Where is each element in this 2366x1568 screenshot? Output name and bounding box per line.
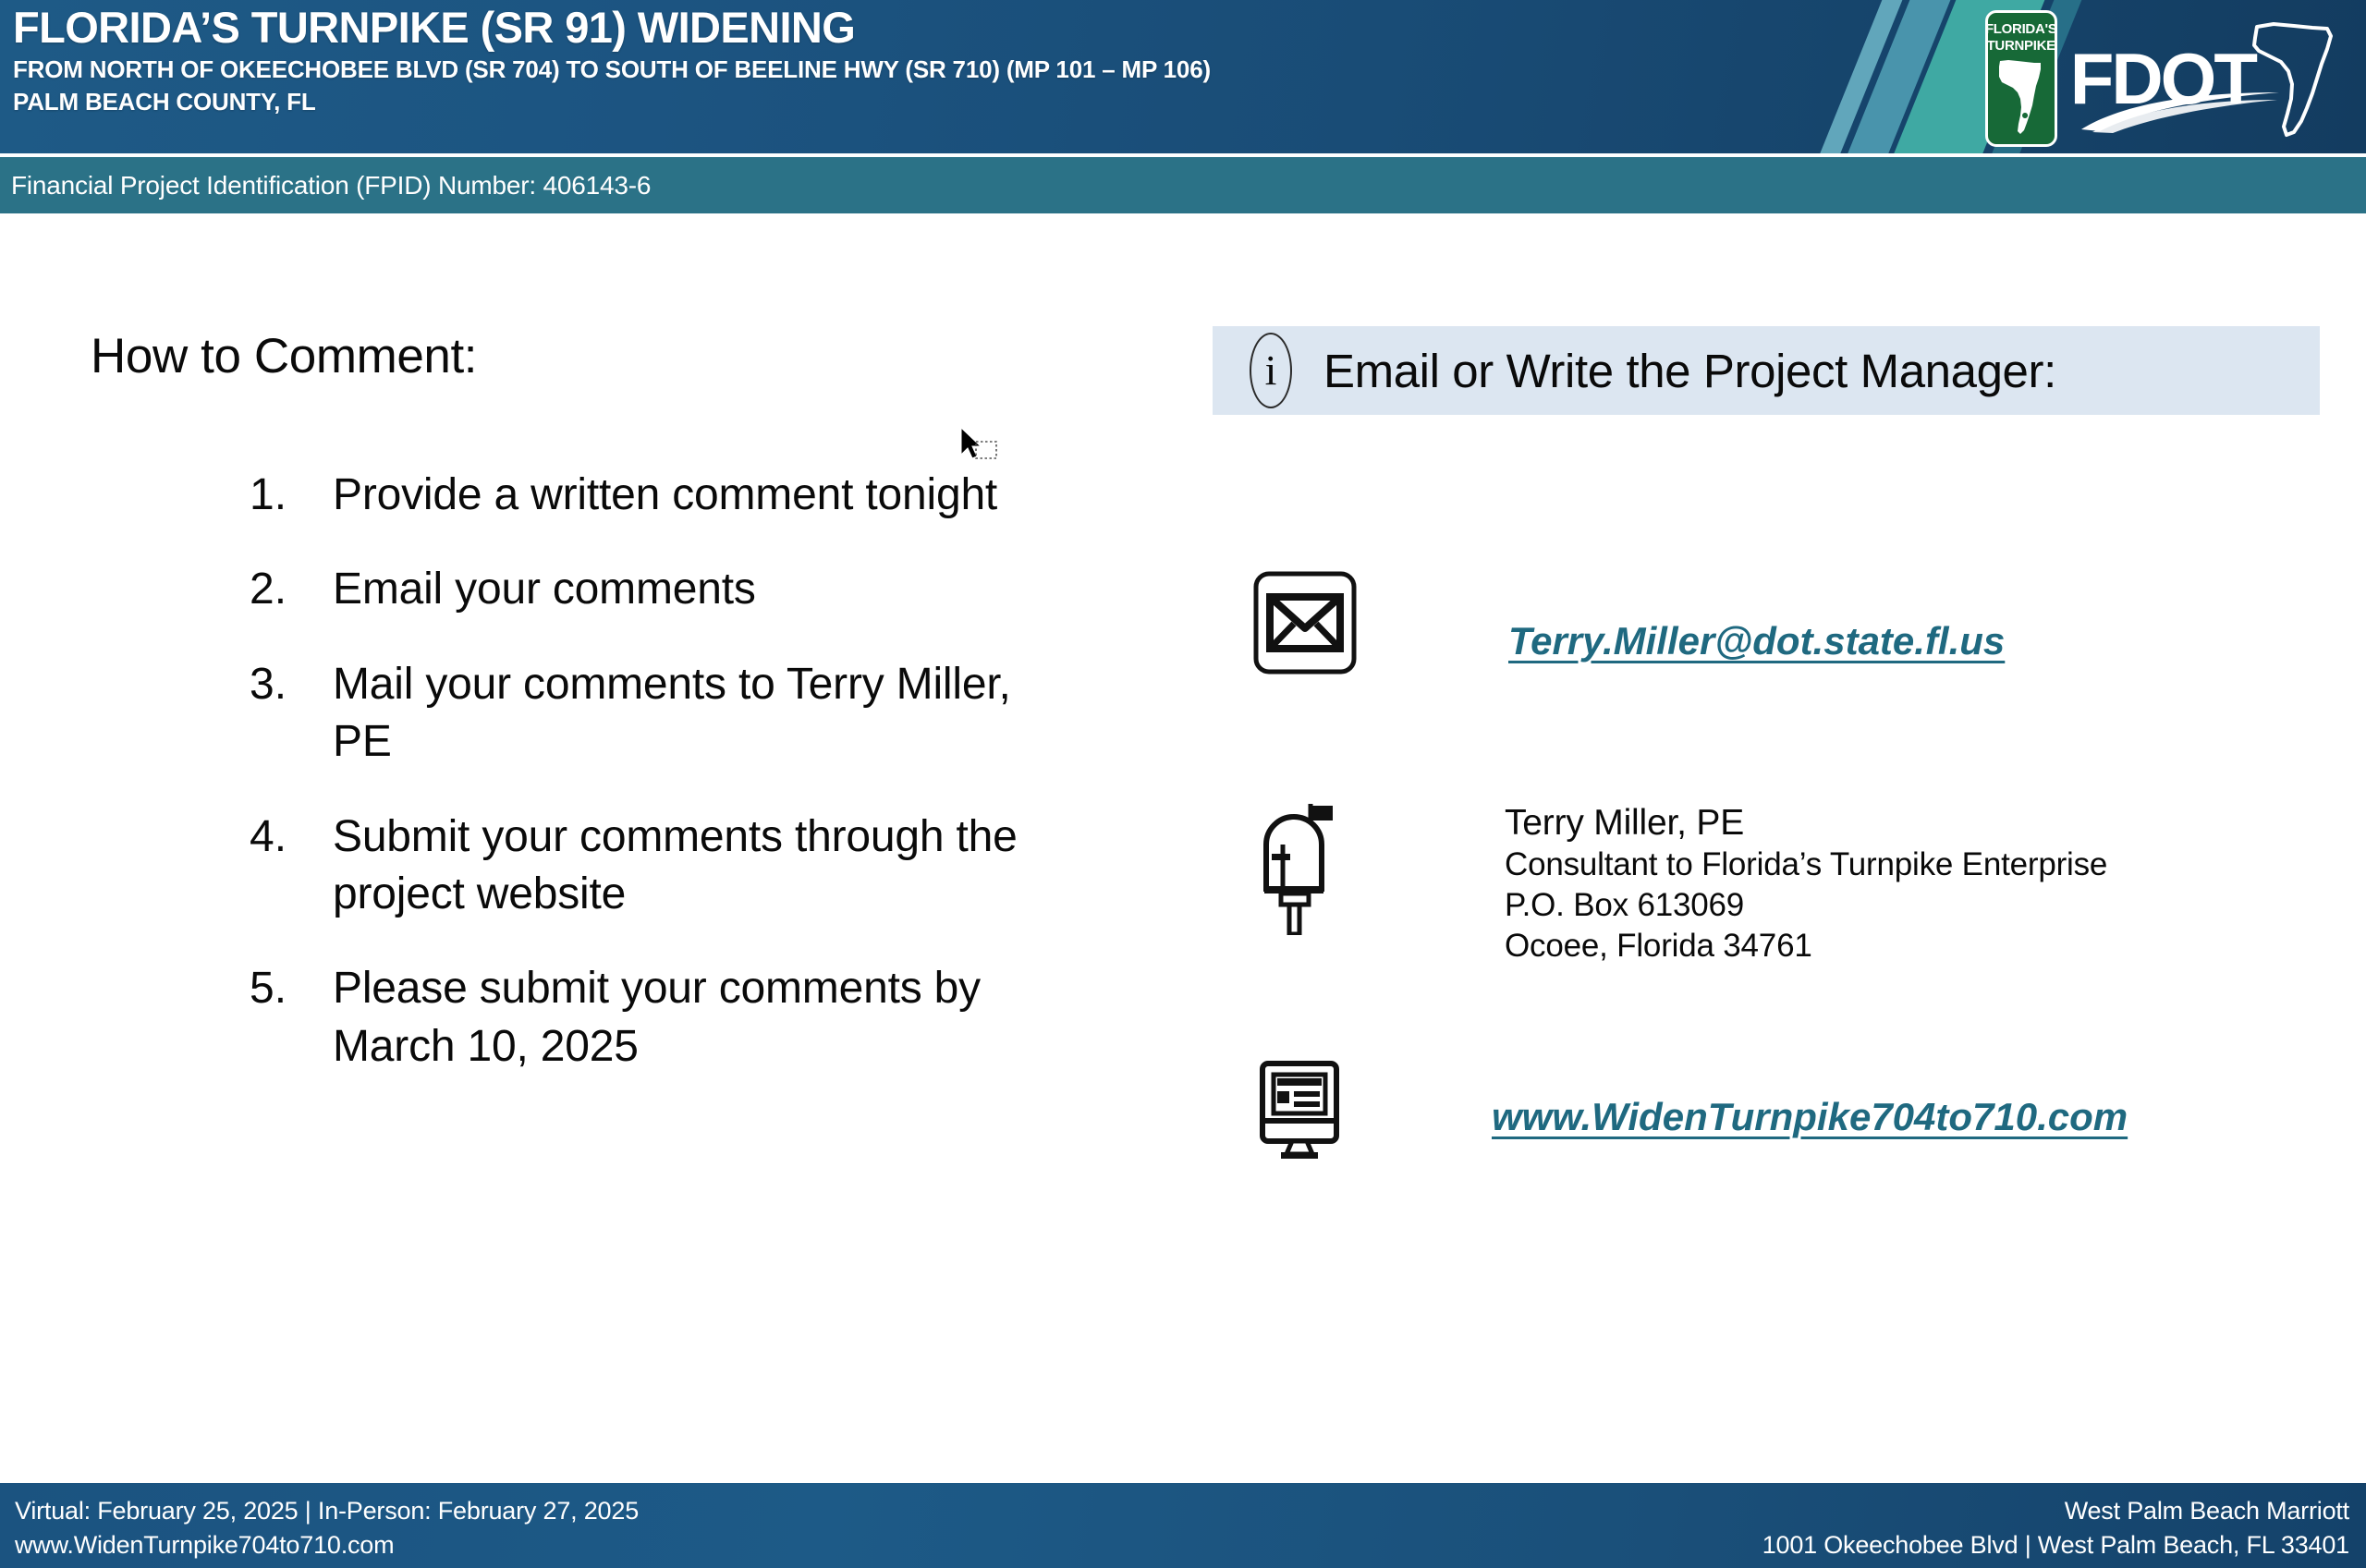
pm-po-box: P.O. Box 613069 bbox=[1505, 887, 1745, 924]
list-item: 5. Please submit your comments by March … bbox=[250, 960, 1035, 1076]
fdot-logo-lockup: FLORIDA'S TURNPIKE FDOT bbox=[1984, 9, 2338, 148]
footer-meeting-dates: Virtual: February 25, 2025 | In-Person: … bbox=[15, 1497, 640, 1525]
project-county-line: PALM BEACH COUNTY, FL bbox=[13, 87, 316, 115]
list-item: 1. Provide a written comment tonight bbox=[250, 467, 1035, 524]
monitor-icon bbox=[1253, 1058, 1357, 1161]
list-item: 4. Submit your comments through the proj… bbox=[250, 808, 1035, 924]
project-limits-line: FROM NORTH OF OKEECHOBEE BLVD (SR 704) T… bbox=[13, 55, 1211, 83]
project-manager-band: i Email or Write the Project Manager: bbox=[1213, 326, 2320, 415]
list-item-text: Provide a written comment tonight bbox=[333, 470, 998, 519]
info-icon-glyph: i bbox=[1264, 346, 1277, 394]
header-text-block: FLORIDA’S TURNPIKE (SR 91) WIDENING FROM… bbox=[13, 3, 1211, 117]
florida-state-outline-icon bbox=[1998, 60, 2041, 135]
list-item-text: Please submit your comments by March 10,… bbox=[333, 964, 981, 1071]
fdot-road-swoosh-icon bbox=[2080, 92, 2279, 133]
project-website-link[interactable]: www.WidenTurnpike704to710.com bbox=[1492, 1095, 2128, 1139]
floridas-turnpike-shield-icon: FLORIDA'S TURNPIKE bbox=[1984, 10, 2057, 147]
list-item-number: 3. bbox=[250, 659, 287, 709]
footer-venue-name: West Palm Beach Marriott bbox=[2064, 1497, 2350, 1525]
pm-name: Terry Miller, PE bbox=[1505, 803, 1745, 843]
mailing-address-block: Terry Miller, PE Consultant to Florida’s… bbox=[1505, 802, 2107, 966]
how-to-comment-heading: How to Comment: bbox=[91, 329, 478, 383]
list-item: 3. Mail your comments to Terry Miller, P… bbox=[250, 656, 1035, 772]
fpid-bar: Financial Project Identification (FPID) … bbox=[0, 154, 2366, 213]
mailbox-icon bbox=[1253, 796, 1357, 935]
project-title: FLORIDA’S TURNPIKE (SR 91) WIDENING bbox=[13, 3, 856, 52]
mailing-address-row: Terry Miller, PE Consultant to Florida’s… bbox=[1253, 796, 2107, 966]
turnpike-shield-line2: TURNPIKE bbox=[1986, 37, 2056, 54]
footer-right-block: West Palm Beach Marriott 1001 Okeechobee… bbox=[1762, 1494, 2350, 1563]
email-contact-row: Terry.Miller@dot.state.fl.us bbox=[1253, 571, 2005, 675]
slide-footer: Virtual: February 25, 2025 | In-Person: … bbox=[0, 1483, 2366, 1568]
how-to-comment-list: 1. Provide a written comment tonight 2. … bbox=[250, 467, 1035, 1112]
info-icon: i bbox=[1250, 333, 1292, 408]
list-item-number: 1. bbox=[250, 470, 287, 519]
envelope-icon bbox=[1253, 571, 1357, 675]
list-item: 2. Email your comments bbox=[250, 561, 1035, 618]
list-item-number: 5. bbox=[250, 964, 287, 1014]
list-item-text: Mail your comments to Terry Miller, PE bbox=[333, 659, 1011, 767]
slide-header: FLORIDA’S TURNPIKE (SR 91) WIDENING FROM… bbox=[0, 0, 2366, 153]
fdot-wordmark-group: FDOT bbox=[2070, 18, 2338, 139]
footer-website: www.WidenTurnpike704to710.com bbox=[15, 1531, 395, 1560]
fpid-number-label: Financial Project Identification (FPID) … bbox=[11, 170, 652, 200]
project-manager-email-link[interactable]: Terry.Miller@dot.state.fl.us bbox=[1508, 619, 2005, 663]
pm-role: Consultant to Florida’s Turnpike Enterpr… bbox=[1505, 846, 2108, 883]
turnpike-shield-line1: FLORIDA'S bbox=[1984, 21, 2057, 37]
project-manager-band-label: Email or Write the Project Manager: bbox=[1323, 344, 2056, 397]
list-item-text: Submit your comments through the project… bbox=[333, 811, 1018, 918]
list-item-number: 2. bbox=[250, 565, 287, 614]
pm-city-state-zip: Ocoee, Florida 34761 bbox=[1505, 928, 1812, 965]
presentation-slide: FLORIDA’S TURNPIKE (SR 91) WIDENING FROM… bbox=[0, 0, 2366, 1568]
footer-venue-address: 1001 Okeechobee Blvd | West Palm Beach, … bbox=[1762, 1531, 2350, 1560]
list-item-text: Email your comments bbox=[333, 565, 756, 614]
website-contact-row: www.WidenTurnpike704to710.com bbox=[1253, 1058, 2128, 1161]
footer-left-block: Virtual: February 25, 2025 | In-Person: … bbox=[15, 1494, 639, 1563]
list-item-number: 4. bbox=[250, 811, 287, 861]
